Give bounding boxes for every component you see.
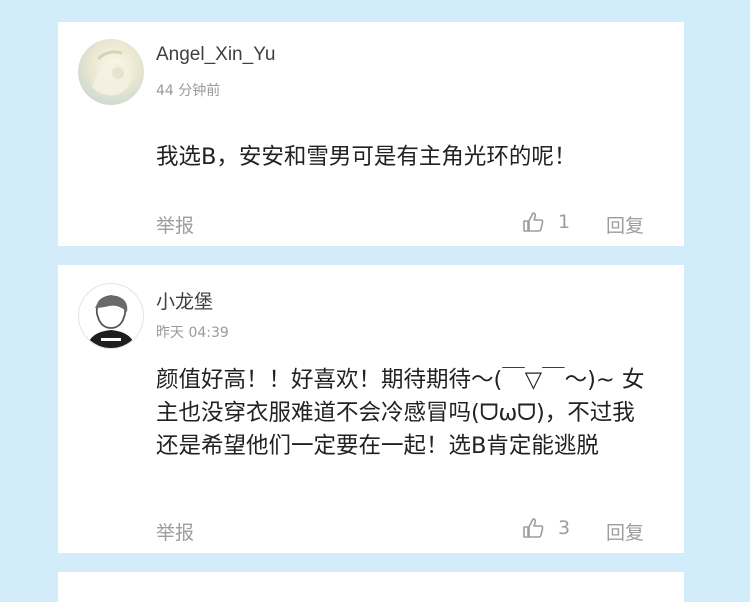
like-button[interactable]: 3: [522, 517, 570, 539]
report-button[interactable]: 举报: [156, 211, 194, 238]
reply-button[interactable]: 回复: [606, 518, 644, 545]
avatar-image: [92, 50, 132, 96]
like-count: 1: [558, 211, 571, 233]
avatar[interactable]: [78, 39, 144, 105]
comment-text: 颜值好高！！好喜欢！期待期待～(￣▽￣～)~ 女主也没穿衣服难道不会冷感冒吗(ᗜ…: [156, 367, 645, 459]
avatar-image: [87, 295, 135, 348]
thumbs-up-icon: [522, 517, 544, 539]
timestamp: 44 分钟前: [156, 83, 221, 99]
comment-card: 小龙堡 昨天 04:39 颜值好高！！好喜欢！期待期待～(￣▽￣～)~ 女主也没…: [58, 265, 684, 553]
timestamp: 昨天 04:39: [156, 325, 229, 341]
comment-text: 我选B，安安和雪男可是有主角光环的呢！: [156, 144, 577, 170]
like-count: 3: [558, 517, 571, 539]
like-button[interactable]: 1: [522, 211, 570, 233]
report-button[interactable]: 举报: [156, 518, 194, 545]
thumbs-up-icon: [522, 211, 544, 233]
comment-card: Angel_Xin_Yu 44 分钟前 我选B，安安和雪男可是有主角光环的呢！ …: [58, 22, 684, 246]
avatar[interactable]: [78, 283, 144, 349]
username[interactable]: 小龙堡: [156, 287, 213, 314]
reply-button[interactable]: 回复: [606, 211, 644, 238]
username[interactable]: Angel_Xin_Yu: [156, 44, 275, 66]
comment-card: [58, 572, 684, 602]
